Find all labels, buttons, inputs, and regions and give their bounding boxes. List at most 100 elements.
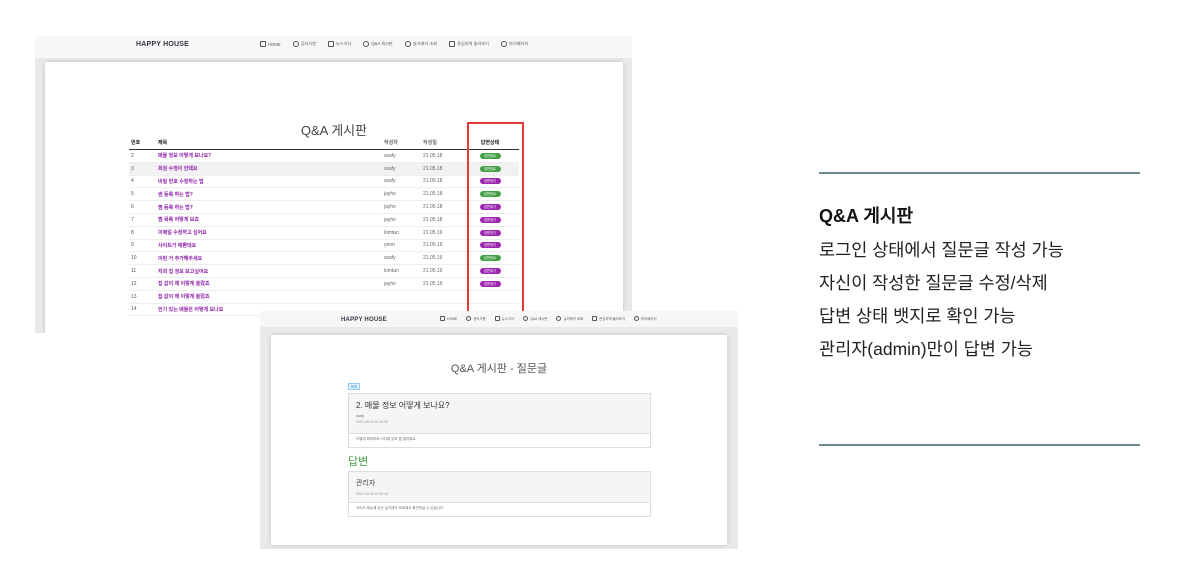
cell-title[interactable]: 이런 거 추가해주세요 <box>158 255 384 262</box>
cell-date: 21.05.19 <box>423 280 443 287</box>
news-icon <box>327 41 334 47</box>
table-row[interactable]: 12 집 값이 왜 이렇게 올랐죠 jayho 21.05.19 답변대기 <box>129 278 519 291</box>
nav-label: 공지사항 <box>300 41 316 46</box>
nav-item-qna[interactable]: Q&A 게시판 <box>523 316 547 321</box>
answer-author: 관리자 <box>356 480 376 487</box>
bookmark-icon <box>592 316 598 321</box>
bottom-divider <box>819 444 1140 446</box>
cell-no: 11 <box>131 268 137 275</box>
question-title: 2. 매물 정보 어떻게 보나요? <box>356 401 450 410</box>
nav-label: 뉴스기사 <box>501 317 515 321</box>
cell-title[interactable]: 회원 수정이 안돼요 <box>158 165 384 172</box>
info-icon <box>292 41 299 47</box>
nav-item-mypage[interactable]: 마이페이지 <box>634 316 657 321</box>
nav-label: 마이페이지 <box>509 41 529 46</box>
nav-item-deal-search[interactable]: 실거래가 조회 <box>556 316 583 321</box>
table-row[interactable]: 5썸 등록 하는 법? jayho 21.05.18 답변완료 <box>129 188 519 202</box>
nav-item-news[interactable]: 뉴스기사 <box>494 316 515 321</box>
nav-item-home[interactable]: HOME <box>260 41 281 47</box>
nav-label: 마이페이지 <box>641 317 657 321</box>
description-line: 관리자(admin)만이 답변 가능 <box>819 339 1033 359</box>
column-header-date: 작성일 <box>423 140 437 146</box>
table-row[interactable]: 11 저희 집 정보 보고싶어요 kimtan 21.05.19 답변대기 <box>129 265 519 278</box>
question-detail-screenshot: HAPPY HOUSE HOME 공지사항 뉴스기사 Q&A 게시판 실거래가 … <box>260 311 738 549</box>
nav-item-home[interactable]: HOME <box>440 316 457 321</box>
nav-item-notice[interactable]: 공지사항 <box>466 316 486 321</box>
nav-item-interest-area[interactable]: 관심지역 둘러보기 <box>592 316 625 321</box>
nav-item-notice[interactable]: 공지사항 <box>292 41 316 47</box>
cell-date: 21.05.18 <box>423 216 443 223</box>
cell-title[interactable]: 저희 집 정보 보고싶어요 <box>158 268 384 275</box>
qna-icon <box>363 41 370 47</box>
cell-title[interactable]: 집 값이 왜 이렇게 올랐죠 <box>158 280 384 287</box>
cell-no: 4 <box>131 178 134 185</box>
nav-item-deal-search[interactable]: 실거래가 조회 <box>404 41 438 47</box>
cell-title[interactable]: 썸 등록 하는 법? <box>158 191 384 198</box>
back-to-list-button[interactable]: 목록 <box>348 383 360 390</box>
table-row[interactable]: 2 매물 정보 어떻게 보나요? ssafy 21.05.18 답변완료 <box>129 150 519 163</box>
cell-title[interactable]: 사이트가 예쁜데요 <box>158 242 384 249</box>
board-list-screenshot: HAPPY HOUSE HOME 공지사항 뉴스기사 Q&A 게시판 실거래가 … <box>35 36 632 333</box>
cell-title[interactable]: 집 값이 왜 이렇게 올랐죠 <box>158 293 384 300</box>
nav-label: HOME <box>268 41 281 47</box>
cell-title[interactable]: 비밀 번호 수정하는 법 <box>158 178 384 185</box>
user-icon <box>501 41 508 47</box>
cell-title[interactable]: 이메일 수정하고 싶어요 <box>158 229 384 236</box>
nav-item-qna[interactable]: Q&A 게시판 <box>363 41 393 47</box>
nav-label: 관심지역 둘러보기 <box>599 317 626 321</box>
nav-label: 실거래가 조회 <box>412 41 438 46</box>
cell-date: 21.05.18 <box>423 191 443 198</box>
nav-menu: HOME 공지사항 뉴스기사 Q&A 게시판 실거래가 조회 관심지역 둘러보기… <box>440 316 657 321</box>
answer-date: 2022.05.26 10:59:44 <box>356 492 389 496</box>
cell-author: ssafy <box>384 152 396 159</box>
answer-heading: 답변 <box>348 456 369 468</box>
table-body: 2 매물 정보 어떻게 보나요? ssafy 21.05.18 답변완료 3 회원 수정이 … <box>129 150 519 317</box>
cell-date: 21.05.18 <box>423 152 443 159</box>
column-header-title: 제목 <box>158 140 168 146</box>
cell-no: 5 <box>131 191 134 198</box>
cell-author: ssafy <box>384 255 396 262</box>
nav-label: Q&A 게시판 <box>530 317 548 321</box>
table-row[interactable]: 13 집 값이 왜 이렇게 올랐죠 <box>129 291 519 304</box>
status-column-highlight <box>467 122 524 333</box>
brand-logo[interactable]: HAPPY HOUSE <box>136 41 189 48</box>
cell-title[interactable]: 매물 정보 어떻게 보나요? <box>158 152 384 159</box>
nav-item-news[interactable]: 뉴스기사 <box>327 41 352 47</box>
table-row[interactable]: 6찜 등록 하는 법? jayho 21.05.18 답변대기 <box>129 201 519 214</box>
nav-item-interest-area[interactable]: 관심지역 둘러보기 <box>449 41 489 47</box>
table-row[interactable]: 4 비밀 번호 수정하는 법 ssafy 21.05.18 답변대기 <box>129 176 519 189</box>
table-row[interactable]: 8 이메일 수정하고 싶어요 kimtan 21.05.19 답변대기 <box>129 227 519 240</box>
search-icon <box>404 41 411 47</box>
nav-label: 실거래가 조회 <box>563 317 584 321</box>
question-header: 2. 매물 정보 어떻게 보나요? ssafy 2021.05.18 15:38… <box>349 394 650 434</box>
qna-icon <box>523 316 529 321</box>
question-card: 2. 매물 정보 어떻게 보나요? ssafy 2021.05.18 15:38… <box>348 393 651 448</box>
cell-author: ssafy <box>384 178 396 185</box>
cell-title[interactable]: 찜 목록 어떻게 보죠 <box>158 216 384 223</box>
search-icon <box>556 316 562 321</box>
description-title: Q&A 게시판 <box>819 206 914 226</box>
content-card: Q&A 게시판 - 질문글 목록 2. 매물 정보 어떻게 보나요? ssafy… <box>271 335 727 545</box>
cell-date: 21.05.19 <box>423 229 443 236</box>
cell-no: 2 <box>131 152 134 159</box>
cell-author: jayho <box>384 191 396 198</box>
nav-item-mypage[interactable]: 마이페이지 <box>501 41 528 47</box>
cell-author: jayho <box>384 216 396 223</box>
nav-menu: HOME 공지사항 뉴스기사 Q&A 게시판 실거래가 조회 관심지역 둘러보기… <box>260 41 528 47</box>
user-icon <box>634 316 640 321</box>
cell-date: 21.05.18 <box>423 178 443 185</box>
table-row[interactable]: 3 회원 수정이 안돼요 ssafy 21.05.18 답변완료 <box>129 162 519 176</box>
nav-label: 공지사항 <box>473 317 486 321</box>
cell-no: 3 <box>131 165 134 172</box>
brand-logo[interactable]: HAPPY HOUSE <box>341 317 387 323</box>
home-icon <box>260 41 266 47</box>
table-row[interactable]: 9 사이트가 예쁜데요 yeon 21.05.19 답변대기 <box>129 240 519 253</box>
column-header-author: 작성자 <box>384 140 398 146</box>
nav-label: 뉴스기사 <box>335 41 352 46</box>
table-row[interactable]: 10 이런 거 추가해주세요 ssafy 21.05.19 답변완료 <box>129 252 519 266</box>
table-row[interactable]: 7찜 목록 어떻게 보죠 jayho 21.05.18 답변대기 <box>129 214 519 227</box>
answer-card: 관리자 2022.05.26 10:59:44 사이드 메뉴에 있는 실거래가 … <box>348 471 651 517</box>
nav-label: Q&A 게시판 <box>371 41 393 46</box>
cell-date: 21.05.18 <box>423 204 443 211</box>
cell-title[interactable]: 찜 등록 하는 법? <box>158 204 384 211</box>
